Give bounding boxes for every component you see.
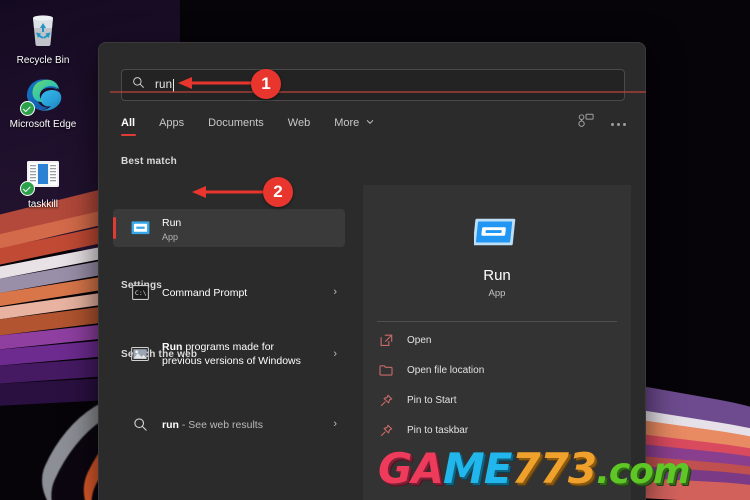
annotation-badge-1: 1 bbox=[251, 69, 281, 99]
annotation-arrows bbox=[110, 77, 646, 198]
watermark-part-ga: GA bbox=[378, 444, 444, 493]
watermark-part-me: ME bbox=[442, 444, 512, 493]
watermark-part-num: 773 bbox=[511, 444, 597, 493]
watermark-part-com: .com bbox=[596, 451, 690, 492]
annotation-badge-2: 2 bbox=[263, 177, 293, 207]
watermark: GAME773.com bbox=[378, 444, 690, 493]
